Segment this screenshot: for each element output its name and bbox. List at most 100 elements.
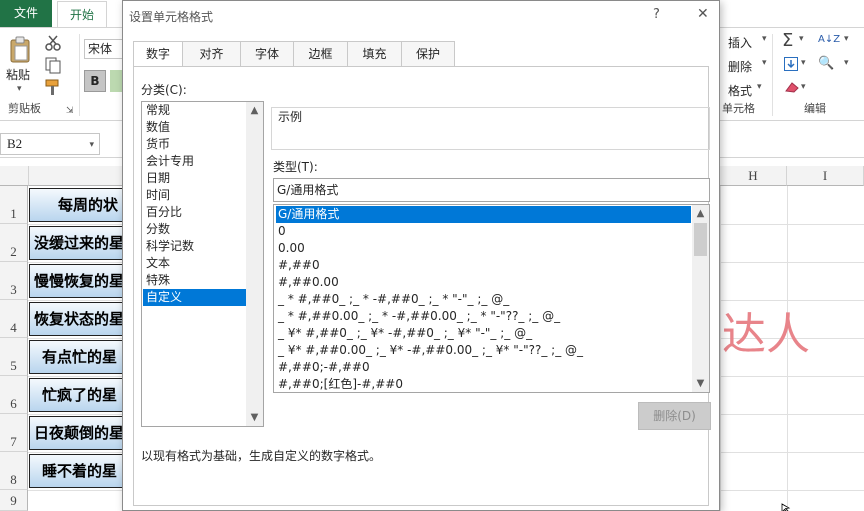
type-list[interactable]: G/通用格式 0 0.00 #,##0 #,##0.00 _ * #,##0_ … xyxy=(273,204,710,393)
paste-button[interactable]: 粘贴 xyxy=(6,66,30,83)
tab-border[interactable]: 边框 xyxy=(293,41,348,67)
mouse-cursor-icon xyxy=(781,502,791,511)
row-header[interactable]: 5 xyxy=(0,338,28,376)
format-painter-icon[interactable] xyxy=(44,78,62,96)
chevron-down-icon[interactable]: ▾ xyxy=(844,58,849,68)
type-item[interactable]: 0.00 xyxy=(276,240,691,257)
chevron-down-icon[interactable]: ▾ xyxy=(762,34,767,44)
cut-icon[interactable] xyxy=(44,34,62,52)
type-item[interactable]: #,##0 xyxy=(276,257,691,274)
category-item[interactable]: 货币 xyxy=(143,136,246,153)
category-label: 分类(C): xyxy=(141,83,187,97)
close-button[interactable]: ✕ xyxy=(697,6,709,22)
category-item[interactable]: 百分比 xyxy=(143,204,246,221)
sort-filter-icon[interactable]: A↓Z xyxy=(818,34,840,45)
delete-cells-button[interactable]: 删除 xyxy=(728,58,752,75)
chevron-down-icon[interactable]: ▾ xyxy=(801,58,806,68)
type-item[interactable]: #,##0;[红色]-#,##0 xyxy=(276,376,691,392)
paste-icon[interactable] xyxy=(8,36,32,64)
sample-label: 示例 xyxy=(278,108,303,125)
row-header[interactable]: 3 xyxy=(0,262,28,300)
select-all-corner[interactable] xyxy=(0,166,29,186)
scroll-up-icon[interactable]: ▲ xyxy=(692,205,709,222)
type-item[interactable]: _ * #,##0.00_ ;_ * -#,##0.00_ ;_ * "-"??… xyxy=(276,308,691,325)
number-tab-panel: 分类(C): 常规 数值 货币 会计专用 日期 时间 百分比 分数 科学记数 文… xyxy=(133,66,711,506)
name-box-value: B2 xyxy=(7,136,23,151)
sample-group: 示例 xyxy=(271,107,710,150)
tab-home[interactable]: 开始 xyxy=(57,1,107,27)
delete-format-button[interactable]: 删除(D) xyxy=(638,402,711,430)
tab-protection[interactable]: 保护 xyxy=(401,41,455,67)
type-item[interactable]: #,##0;-#,##0 xyxy=(276,359,691,376)
row-header[interactable]: 8 xyxy=(0,452,28,490)
category-item[interactable]: 数值 xyxy=(143,119,246,136)
clipboard-launcher-icon[interactable]: ⇲ xyxy=(66,106,74,116)
category-item[interactable]: 分数 xyxy=(143,221,246,238)
chevron-down-icon[interactable]: ▾ xyxy=(757,82,762,92)
row-header[interactable]: 4 xyxy=(0,300,28,338)
clear-icon[interactable] xyxy=(784,81,800,93)
category-item[interactable]: 日期 xyxy=(143,170,246,187)
insert-cells-button[interactable]: 插入 xyxy=(728,34,752,51)
row-header[interactable]: 9 xyxy=(0,490,28,511)
chevron-down-icon[interactable]: ▾ xyxy=(762,58,767,68)
category-item[interactable]: 特殊 xyxy=(143,272,246,289)
chevron-down-icon[interactable]: ▾ xyxy=(89,134,94,154)
category-scrollbar[interactable]: ▲ ▼ xyxy=(246,102,263,426)
autosum-icon[interactable]: Σ xyxy=(782,30,793,51)
chevron-down-icon[interactable]: ▾ xyxy=(844,34,849,44)
type-input[interactable]: G/通用格式 xyxy=(273,178,710,202)
format-cells-dialog: 设置单元格格式 ? ✕ 数字 对齐 字体 边框 填充 保护 分类(C): 常规 … xyxy=(122,0,720,511)
chevron-down-icon[interactable]: ▾ xyxy=(799,34,804,44)
dialog-title: 设置单元格格式 xyxy=(129,10,214,24)
column-header-i[interactable]: I xyxy=(787,166,864,186)
type-item-selected[interactable]: G/通用格式 xyxy=(276,206,691,223)
format-cells-button[interactable]: 格式 xyxy=(728,82,752,99)
column-header-h[interactable]: H xyxy=(720,166,787,186)
category-item[interactable]: 常规 xyxy=(143,102,246,119)
fill-icon[interactable] xyxy=(784,57,798,71)
tab-font[interactable]: 字体 xyxy=(240,41,294,67)
scroll-down-icon[interactable]: ▼ xyxy=(692,375,709,392)
scrollbar-thumb[interactable] xyxy=(694,223,707,256)
name-box[interactable]: B2 ▾ xyxy=(0,133,100,155)
row-header[interactable]: 7 xyxy=(0,414,28,452)
type-scrollbar[interactable]: ▲ ▼ xyxy=(692,205,709,392)
format-description: 以现有格式为基础，生成自定义的数字格式。 xyxy=(141,449,382,463)
find-select-icon[interactable]: 🔍 xyxy=(818,56,834,71)
scroll-down-icon[interactable]: ▼ xyxy=(246,409,263,426)
watermark-text: 达人 xyxy=(722,309,810,360)
editing-group-label: 编辑 xyxy=(804,102,826,115)
ribbon-separator xyxy=(772,34,773,116)
help-button[interactable]: ? xyxy=(653,7,660,22)
category-list[interactable]: 常规 数值 货币 会计专用 日期 时间 百分比 分数 科学记数 文本 特殊 自定… xyxy=(141,101,264,427)
tab-number[interactable]: 数字 xyxy=(133,41,183,68)
cells-group-label: 单元格 xyxy=(722,102,755,115)
chevron-down-icon[interactable]: ▾ xyxy=(17,84,22,94)
type-item[interactable]: 0 xyxy=(276,223,691,240)
chevron-down-icon[interactable]: ▾ xyxy=(801,82,806,92)
tab-alignment[interactable]: 对齐 xyxy=(182,41,241,67)
type-item[interactable]: #,##0.00 xyxy=(276,274,691,291)
scroll-up-icon[interactable]: ▲ xyxy=(246,102,263,119)
ribbon-separator xyxy=(79,34,80,116)
clipboard-group-label: 剪贴板 xyxy=(8,102,41,115)
row-header[interactable]: 1 xyxy=(0,186,28,224)
type-item[interactable]: _ * #,##0_ ;_ * -#,##0_ ;_ * "-"_ ;_ @_ xyxy=(276,291,691,308)
category-item[interactable]: 科学记数 xyxy=(143,238,246,255)
category-item[interactable]: 会计专用 xyxy=(143,153,246,170)
copy-icon[interactable] xyxy=(44,56,62,74)
type-item[interactable]: _ ¥* #,##0_ ;_ ¥* -#,##0_ ;_ ¥* "-"_ ;_ … xyxy=(276,325,691,342)
row-header[interactable]: 2 xyxy=(0,224,28,262)
category-item[interactable]: 文本 xyxy=(143,255,246,272)
category-item-selected[interactable]: 自定义 xyxy=(143,289,246,306)
bold-button[interactable]: B xyxy=(84,70,106,92)
tab-fill[interactable]: 填充 xyxy=(347,41,402,67)
type-label: 类型(T): xyxy=(273,160,318,174)
font-name-box[interactable]: 宋体 xyxy=(84,39,126,59)
row-header[interactable]: 6 xyxy=(0,376,28,414)
tab-file[interactable]: 文件 xyxy=(0,0,52,27)
grid-line xyxy=(720,186,721,511)
category-item[interactable]: 时间 xyxy=(143,187,246,204)
type-item[interactable]: _ ¥* #,##0.00_ ;_ ¥* -#,##0.00_ ;_ ¥* "-… xyxy=(276,342,691,359)
